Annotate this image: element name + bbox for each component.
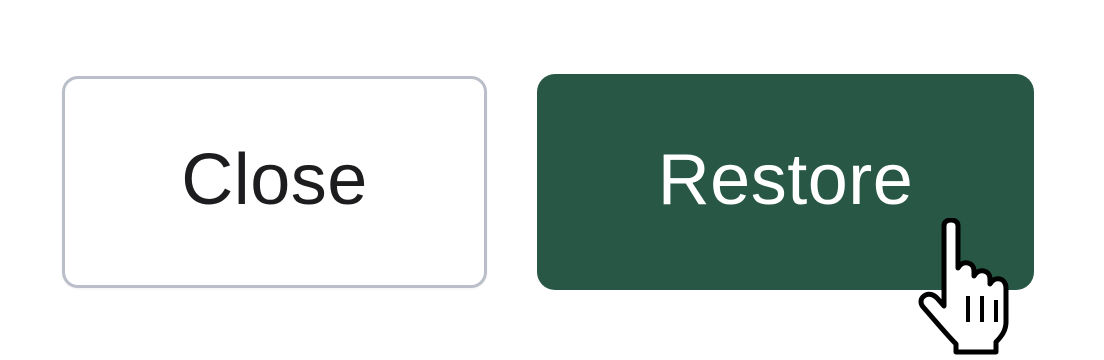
close-button[interactable]: Close	[62, 76, 487, 288]
restore-button-label: Restore	[657, 140, 914, 220]
hand-pointer-icon	[918, 218, 1009, 355]
close-button-label: Close	[181, 140, 368, 220]
